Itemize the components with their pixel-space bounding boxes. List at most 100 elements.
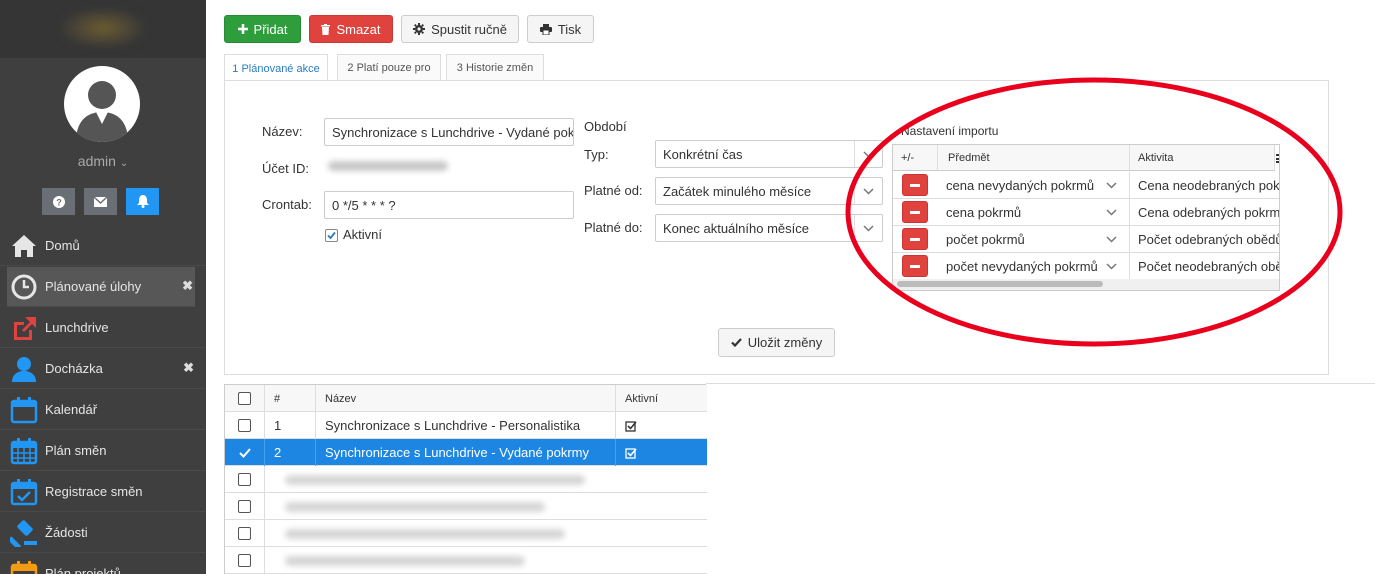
vertical-scrollbar[interactable] xyxy=(1279,175,1280,249)
table-row[interactable] xyxy=(225,493,707,520)
activity-cell[interactable]: Cena neodebraných pokrmů xyxy=(1130,172,1279,199)
avatar[interactable] xyxy=(64,66,140,142)
table-row[interactable]: cena nevydaných pokrmů Cena neodebraných… xyxy=(893,172,1279,199)
row-checkbox[interactable] xyxy=(238,419,251,432)
active-checkbox[interactable] xyxy=(325,229,338,242)
close-icon[interactable]: ✖ xyxy=(183,360,194,376)
nav-scheduled-tasks[interactable]: Plánované úlohy ✖ xyxy=(7,267,195,307)
remove-row-button[interactable] xyxy=(902,255,928,277)
external-link-icon xyxy=(14,317,36,340)
type-select[interactable]: Konkrétní čas xyxy=(655,140,883,168)
period-title: Období xyxy=(584,119,627,134)
table-row[interactable]: 1 Synchronizace s Lunchdrive - Personali… xyxy=(225,412,707,439)
tab-applies-only-to[interactable]: 2 Platí pouze pro xyxy=(337,54,441,81)
name-input[interactable]: Synchronizace s Lunchdrive - Vydané pokr… xyxy=(324,118,574,146)
print-button[interactable]: Tisk xyxy=(527,15,594,43)
subject-value: počet nevydaných pokrmů xyxy=(946,259,1098,274)
table-row[interactable] xyxy=(225,520,707,547)
select-all-checkbox[interactable] xyxy=(238,392,251,405)
nav-home[interactable]: Domů xyxy=(0,226,206,266)
row-checkbox[interactable] xyxy=(238,473,251,486)
valid-from-select[interactable]: Začátek minulého měsíce xyxy=(655,177,883,205)
save-changes-button[interactable]: Uložit změny xyxy=(718,328,835,357)
nav-home-label: Domů xyxy=(45,238,80,253)
activity-cell[interactable]: Počet odebraných obědů xyxy=(1130,226,1279,253)
crontab-label: Crontab: xyxy=(262,197,312,212)
activity-value: Cena odebraných pokrmů xyxy=(1138,205,1280,220)
table-row[interactable]: počet nevydaných pokrmů Počet neodebraný… xyxy=(893,253,1279,280)
add-button[interactable]: Přidat xyxy=(224,15,301,43)
valid-to-select[interactable]: Konec aktuálního měsíce xyxy=(655,214,883,242)
table-row[interactable]: počet pokrmů Počet odebraných obědů xyxy=(893,226,1279,253)
table-row[interactable] xyxy=(225,466,707,493)
valid-from-value: Začátek minulého měsíce xyxy=(663,183,812,199)
check-icon[interactable] xyxy=(239,447,251,458)
table-row[interactable]: cena pokrmů Cena odebraných pokrmů xyxy=(893,199,1279,226)
row-checkbox[interactable] xyxy=(238,554,251,567)
sidebar: admin ⌄ ? Domů Plánované úlohy ✖ Lunchdr… xyxy=(0,0,206,574)
subject-select[interactable]: počet pokrmů xyxy=(938,226,1130,253)
check-icon xyxy=(327,231,336,240)
subject-value: cena nevydaných pokrmů xyxy=(946,178,1095,193)
remove-row-button[interactable] xyxy=(902,201,928,223)
calendar-check-icon xyxy=(10,479,38,506)
subject-select[interactable]: počet nevydaných pokrmů xyxy=(938,253,1130,280)
chevron-down-icon xyxy=(1106,182,1117,189)
column-header[interactable]: Aktivní xyxy=(616,385,707,412)
crontab-input[interactable]: 0 */5 * * * ? xyxy=(324,191,574,219)
tab-scheduled-actions-label: 1 Plánované akce xyxy=(232,62,320,75)
column-header[interactable]: Aktivita xyxy=(1130,145,1275,171)
column-header[interactable]: Předmět xyxy=(938,145,1130,171)
account-id-label: Účet ID: xyxy=(262,161,309,176)
activity-cell[interactable]: Cena odebraných pokrmů xyxy=(1130,199,1280,226)
tab-applies-only-to-label: 2 Platí pouze pro xyxy=(347,62,431,74)
row-checkbox[interactable] xyxy=(238,500,251,513)
add-label: Přidat xyxy=(253,21,288,37)
horizontal-scrollbar[interactable] xyxy=(897,281,1103,287)
column-header[interactable]: Název xyxy=(316,385,616,412)
notifications-button[interactable] xyxy=(126,188,159,215)
nav-requests[interactable]: Žádosti xyxy=(0,513,206,553)
nav-attendance[interactable]: Docházka ✖ xyxy=(0,349,206,389)
nav-attendance-label: Docházka xyxy=(45,361,103,376)
row-name: Synchronizace s Lunchdrive - Personalist… xyxy=(316,412,616,439)
select-all-cell xyxy=(225,385,265,412)
subject-select[interactable]: cena nevydaných pokrmů xyxy=(938,172,1130,199)
nav-project-plan[interactable]: Plán projektů xyxy=(0,554,206,574)
remove-row-button[interactable] xyxy=(902,228,928,250)
nav-shift-plan[interactable]: Plán směn xyxy=(0,431,206,471)
subject-select[interactable]: cena pokrmů xyxy=(938,199,1130,226)
grid-menu-icon[interactable] xyxy=(1276,154,1279,163)
help-button[interactable]: ? xyxy=(42,188,75,215)
remove-row-button[interactable] xyxy=(902,174,928,196)
printer-icon xyxy=(539,23,552,35)
row-checkbox[interactable] xyxy=(238,527,251,540)
chevron-down-icon xyxy=(1106,263,1117,270)
run-manually-button[interactable]: Spustit ručně xyxy=(401,15,519,43)
chevron-down-icon xyxy=(1106,236,1117,243)
activity-cell[interactable]: Počet neodebraných obědů xyxy=(1130,253,1279,280)
row-select-cell xyxy=(225,439,265,466)
check-icon xyxy=(731,338,742,347)
table-row[interactable] xyxy=(225,547,707,574)
nav-calendar-label: Kalendář xyxy=(45,402,98,417)
checked-box-icon xyxy=(625,420,637,432)
subject-value: počet pokrmů xyxy=(946,232,1025,247)
close-icon[interactable]: ✖ xyxy=(182,278,193,294)
nav-project-plan-label: Plán projektů xyxy=(45,566,121,574)
logo[interactable] xyxy=(0,0,206,58)
row-number: 1 xyxy=(265,412,316,439)
nav-lunchdrive[interactable]: Lunchdrive xyxy=(0,308,206,348)
tab-scheduled-actions[interactable]: 1 Plánované akce xyxy=(224,54,328,82)
type-value: Konkrétní čas xyxy=(663,146,743,162)
column-header[interactable]: # xyxy=(265,385,316,412)
delete-button[interactable]: Smazat xyxy=(309,15,393,43)
tab-change-history[interactable]: 3 Historie změn xyxy=(446,54,544,81)
nav-shift-registration[interactable]: Registrace směn xyxy=(0,472,206,512)
crontab-value: 0 */5 * * * ? xyxy=(332,197,396,213)
messages-button[interactable] xyxy=(84,188,117,215)
row-number: 2 xyxy=(265,439,316,466)
nav-calendar[interactable]: Kalendář xyxy=(0,390,206,430)
user-menu[interactable]: admin ⌄ xyxy=(0,153,206,169)
table-row-selected[interactable]: 2 Synchronizace s Lunchdrive - Vydané po… xyxy=(225,439,707,466)
